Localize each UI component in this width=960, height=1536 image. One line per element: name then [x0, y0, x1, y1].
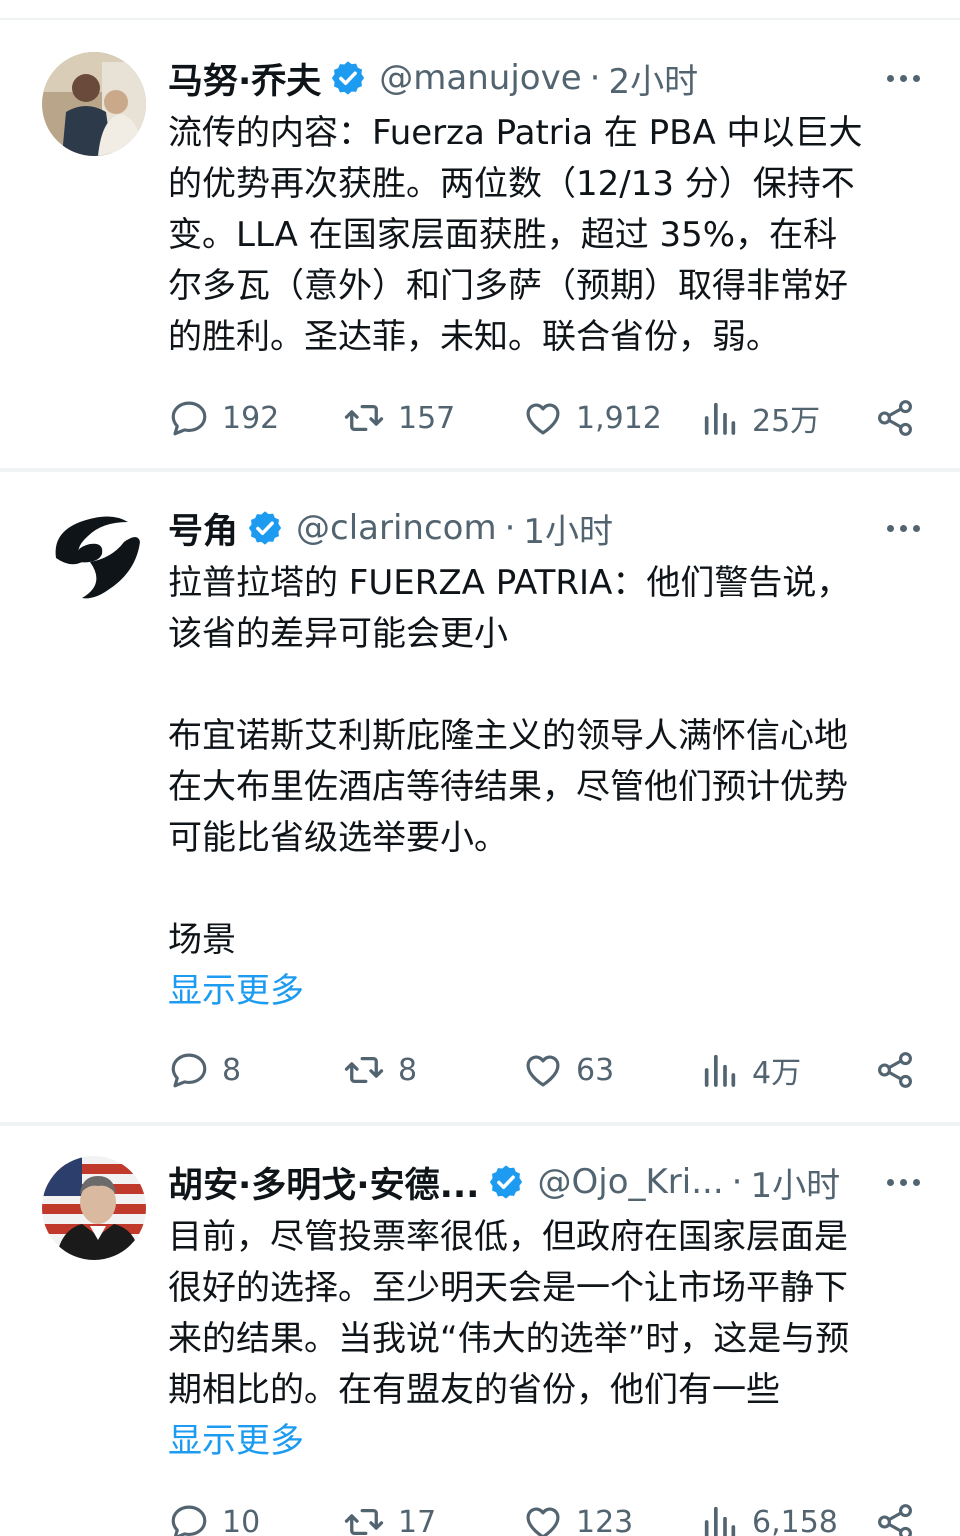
tweet-text: 拉普拉塔的 FUERZA PATRIA：他们警告说， 该省的差异可能会更小 布宜…: [168, 558, 916, 1017]
tweet-actions: 8 8 63 4万: [168, 1044, 916, 1096]
text-line: 在大布里佐酒店等待结果，尽管他们预计优势: [168, 767, 848, 807]
author-handle[interactable]: @Ojo_Kri...: [537, 1162, 723, 1202]
text-line: 可能比省级选举要小。: [168, 818, 508, 858]
views-button[interactable]: 6,158: [700, 1496, 838, 1536]
retweet-count: 8: [398, 1052, 418, 1088]
tweet-header: 号角 @clarincom · 1小时: [168, 502, 920, 554]
retweet-count: 17: [398, 1504, 437, 1536]
tweet-actions: 192 157 1,912 25万: [168, 392, 916, 444]
tweet-text: 目前，尽管投票率很低，但政府在国家层面是 很好的选择。至少明天会是一个让市场平静…: [168, 1212, 916, 1467]
verified-badge-icon: [248, 511, 282, 545]
share-icon: [878, 1504, 912, 1536]
retweet-icon: [344, 404, 384, 432]
share-icon: [878, 1052, 912, 1088]
like-button[interactable]: 1,912: [522, 392, 662, 444]
views-chart-icon: [704, 402, 736, 435]
retweet-button[interactable]: 157: [342, 392, 455, 444]
author-handle[interactable]: @clarincom: [296, 508, 497, 548]
text-line: 布宜诺斯艾利斯庇隆主义的领导人满怀信心地: [168, 716, 848, 756]
more-horizontal-icon[interactable]: [887, 52, 920, 104]
share-icon: [878, 400, 912, 436]
reply-count: 192: [222, 400, 280, 436]
views-button[interactable]: 25万: [700, 392, 820, 444]
tweet-3[interactable]: 胡安·多明戈·安德... @Ojo_Kri... · 1小时 目前，尽管投票率很…: [0, 1126, 960, 1536]
text-line: 很好的选择。至少明天会是一个让市场平静下: [168, 1268, 848, 1308]
avatar-clarincom[interactable]: [42, 502, 146, 606]
text-line: 尔多瓦（意外）和门多萨（预期）取得非常好: [168, 266, 848, 306]
author-handle[interactable]: @manujove: [379, 58, 581, 98]
timestamp[interactable]: 2小时: [608, 54, 698, 103]
timestamp[interactable]: 1小时: [750, 1158, 840, 1207]
text-line: 拉普拉塔的 FUERZA PATRIA：他们警告说，: [168, 563, 851, 603]
show-more-link[interactable]: 显示更多: [168, 1416, 916, 1467]
retweet-icon: [344, 1508, 384, 1536]
separator-dot: ·: [504, 508, 516, 548]
tweet-actions: 10 17 123 6,158: [168, 1496, 916, 1536]
like-button[interactable]: 123: [522, 1496, 633, 1536]
views-count: 25万: [752, 404, 821, 439]
views-count: 4万: [752, 1056, 802, 1091]
reply-icon: [171, 1053, 207, 1088]
separator-dot: ·: [589, 58, 601, 98]
tweet-header: 马努·乔夫 @manujove · 2小时: [168, 52, 920, 104]
reply-button[interactable]: 192: [168, 392, 279, 444]
separator-dot: ·: [731, 1162, 743, 1202]
like-count: 1,912: [576, 400, 662, 436]
views-chart-icon: [704, 1506, 736, 1536]
share-button[interactable]: [874, 392, 928, 444]
text-line: 目前，尽管投票率很低，但政府在国家层面是: [168, 1217, 848, 1257]
views-button[interactable]: 4万: [700, 1044, 801, 1096]
text-line: 的胜利。圣达菲，未知。联合省份，弱。: [168, 317, 780, 357]
share-button[interactable]: [874, 1044, 928, 1096]
text-line: 来的结果。当我说“伟大的选举”时，这是与预: [168, 1319, 850, 1359]
like-count: 123: [576, 1504, 634, 1536]
reply-icon: [171, 401, 207, 436]
reply-button[interactable]: 8: [168, 1044, 241, 1096]
tweet-2[interactable]: 号角 @clarincom · 1小时 拉普拉塔的 FUERZA PATRIA：…: [0, 472, 960, 1122]
timestamp[interactable]: 1小时: [523, 504, 613, 553]
verified-badge-icon: [490, 1165, 523, 1199]
text-line: 场景: [168, 920, 236, 960]
author-name[interactable]: 马努·乔夫: [168, 53, 321, 104]
tweet-header: 胡安·多明戈·安德... @Ojo_Kri... · 1小时: [168, 1156, 920, 1208]
text-line: 的优势再次获胜。两位数（12/13 分）保持不: [168, 164, 855, 204]
text-line: 该省的差异可能会更小: [168, 614, 508, 654]
heart-icon: [526, 1055, 560, 1087]
author-name[interactable]: 号角: [168, 503, 238, 554]
retweet-count: 157: [398, 400, 456, 436]
retweet-button[interactable]: 8: [342, 1044, 417, 1096]
reply-count: 8: [222, 1052, 242, 1088]
retweet-button[interactable]: 17: [342, 1496, 436, 1536]
like-button[interactable]: 63: [522, 1044, 614, 1096]
views-chart-icon: [704, 1054, 736, 1087]
tweet-1[interactable]: 马努·乔夫 @manujove · 2小时 流传的内容：Fuerza Patri…: [0, 0, 960, 470]
author-name[interactable]: 胡安·多明戈·安德...: [168, 1157, 479, 1208]
heart-icon: [526, 403, 560, 435]
avatar-manujove[interactable]: [42, 52, 146, 156]
reply-icon: [171, 1505, 207, 1536]
views-count: 6,158: [752, 1504, 838, 1536]
share-button[interactable]: [874, 1496, 928, 1536]
tweet-feed: 马努·乔夫 @manujove · 2小时 流传的内容：Fuerza Patri…: [0, 0, 960, 1536]
reply-count: 10: [222, 1504, 261, 1536]
retweet-icon: [344, 1056, 384, 1084]
heart-icon: [526, 1507, 560, 1536]
text-line: 变。LLA 在国家层面获胜，超过 35%，在科: [168, 215, 838, 255]
text-line: 期相比的。在有盟友的省份，他们有一些: [168, 1370, 780, 1410]
like-count: 63: [576, 1052, 615, 1088]
tweet-text: 流传的内容：Fuerza Patria 在 PBA 中以巨大 的优势再次获胜。两…: [168, 108, 916, 363]
reply-button[interactable]: 10: [168, 1496, 260, 1536]
more-horizontal-icon[interactable]: [887, 502, 920, 554]
text-line: 流传的内容：Fuerza Patria 在 PBA 中以巨大: [168, 113, 863, 153]
show-more-link[interactable]: 显示更多: [168, 966, 916, 1017]
avatar-ojo-kri[interactable]: [42, 1156, 146, 1260]
verified-badge-icon: [332, 61, 365, 95]
more-horizontal-icon[interactable]: [887, 1156, 920, 1208]
